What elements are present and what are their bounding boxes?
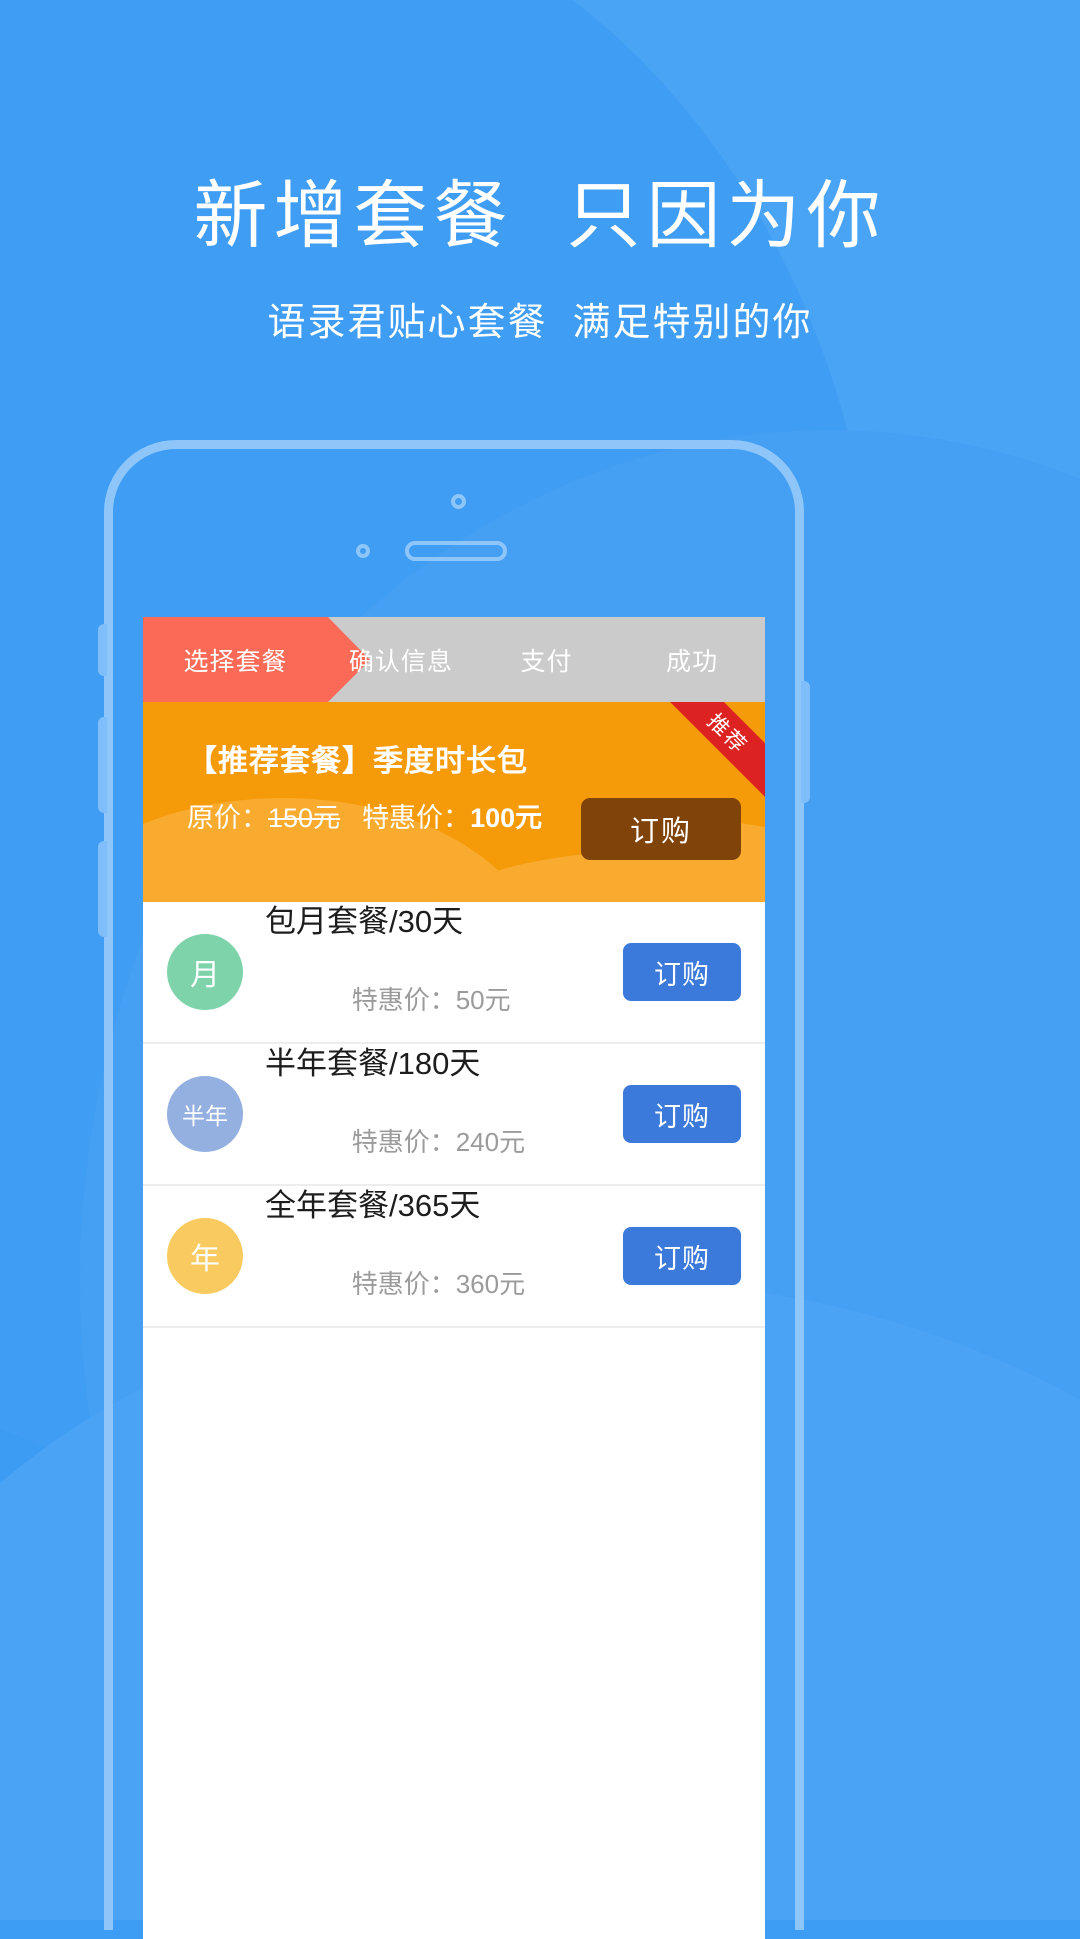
- plan-price-value: 50元: [455, 985, 511, 1015]
- phone-mute-switch: [98, 624, 107, 676]
- step-success[interactable]: 成功: [619, 617, 765, 702]
- list-item[interactable]: 月 包月套餐/30天 特惠价：50元 订购: [143, 902, 765, 1044]
- step-payment-label: 支付: [520, 647, 573, 676]
- promo-sale-price-value: 100元: [470, 803, 543, 833]
- plan-price-label: 特惠价：: [351, 1269, 456, 1299]
- step-success-label: 成功: [666, 647, 719, 676]
- plan-badge-icon: 月: [167, 934, 243, 1010]
- plan-order-button[interactable]: 订购: [623, 943, 741, 1001]
- recommended-plan-banner[interactable]: 推荐 【推荐套餐】季度时长包 原价： 150元 特惠价： 100元 订购: [143, 702, 765, 902]
- app-screen: 选择套餐 确认信息 支付 成功 推荐 【推荐套餐】季度时长包 原价： 150元: [143, 617, 765, 1939]
- promo-original-price-value: 150元: [268, 803, 341, 833]
- promo-sale-price-label: 特惠价：: [362, 803, 471, 833]
- proximity-sensor-icon: [356, 544, 370, 558]
- plan-price: 特惠价：240元: [265, 1091, 623, 1190]
- promo-order-button[interactable]: 订购: [581, 798, 741, 860]
- plan-name: 半年套餐/180天: [265, 1046, 481, 1081]
- list-item[interactable]: 半年 半年套餐/180天 特惠价：240元 订购: [143, 1044, 765, 1186]
- plan-price-value: 360元: [455, 1269, 526, 1299]
- hero-text-block: 新增套餐 只因为你 语录君贴心套餐 满足特别的你: [0, 168, 1080, 348]
- front-camera-icon: [451, 494, 466, 509]
- plan-name: 全年套餐/365天: [265, 1188, 481, 1223]
- page-title: 新增套餐 只因为你: [193, 174, 887, 257]
- plan-price-label: 特惠价：: [351, 985, 456, 1015]
- phone-mockup-frame: 选择套餐 确认信息 支付 成功 推荐 【推荐套餐】季度时长包 原价： 150元: [98, 440, 810, 1939]
- step-select-plan[interactable]: 选择套餐: [143, 617, 370, 702]
- plan-price: 特惠价：360元: [265, 1233, 623, 1332]
- list-item[interactable]: 年 全年套餐/365天 特惠价：360元 订购: [143, 1186, 765, 1328]
- page-subtitle: 语录君贴心套餐 满足特别的你: [267, 302, 813, 344]
- earpiece-speaker-icon: [405, 541, 507, 561]
- promo-title: 【推荐套餐】季度时长包: [187, 745, 528, 778]
- plan-list: 月 包月套餐/30天 特惠价：50元 订购 半年 半年套餐/180天 特惠价：2…: [143, 902, 765, 1328]
- phone-power-button: [801, 681, 810, 803]
- phone-volume-down-button: [98, 841, 107, 937]
- plan-price-label: 特惠价：: [351, 1127, 456, 1157]
- plan-badge-icon: 半年: [167, 1076, 243, 1152]
- promo-original-price-label: 原价：: [187, 803, 268, 833]
- plan-price-value: 240元: [455, 1127, 526, 1157]
- phone-volume-up-button: [98, 717, 107, 813]
- step-confirm-info-label: 确认信息: [348, 647, 453, 676]
- plan-name: 包月套餐/30天: [265, 904, 464, 939]
- plan-badge-icon: 年: [167, 1218, 243, 1294]
- plan-text-block: 半年套餐/180天 特惠价：240元: [243, 1038, 623, 1190]
- checkout-step-bar: 选择套餐 确认信息 支付 成功: [143, 617, 765, 702]
- plan-order-button[interactable]: 订购: [623, 1085, 741, 1143]
- plan-price: 特惠价：50元: [265, 949, 623, 1048]
- plan-text-block: 包月套餐/30天 特惠价：50元: [243, 896, 623, 1048]
- plan-order-button[interactable]: 订购: [623, 1227, 741, 1285]
- plan-text-block: 全年套餐/365天 特惠价：360元: [243, 1180, 623, 1332]
- step-payment[interactable]: 支付: [474, 617, 620, 702]
- step-select-plan-label: 选择套餐: [183, 647, 288, 676]
